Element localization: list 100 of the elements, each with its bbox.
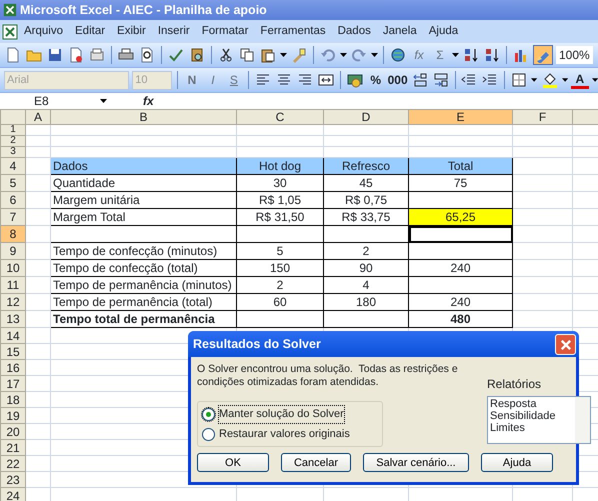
row-header[interactable]: 2 — [0, 136, 26, 146]
research-icon[interactable] — [189, 47, 205, 63]
workbook-icon[interactable] — [2, 24, 18, 40]
dialog-button[interactable]: Salvar cenário... — [363, 453, 469, 472]
table-cell: 4 — [324, 276, 408, 294]
row-header[interactable]: 17 — [0, 376, 26, 392]
row-header[interactable]: 15 — [0, 344, 26, 360]
borders-icon[interactable] — [511, 72, 528, 88]
dialog-title: Resultados do Solver — [193, 336, 321, 353]
dialog-button[interactable]: Cancelar — [281, 453, 351, 472]
row-header[interactable]: 22 — [0, 456, 26, 472]
column-header[interactable]: D — [324, 110, 408, 124]
row-header[interactable]: 5 — [0, 174, 26, 192]
table-cell: R$ 31,50 — [236, 208, 324, 226]
merge-center-icon[interactable] — [318, 72, 334, 88]
permission-icon[interactable] — [68, 47, 84, 63]
print-preview-icon[interactable] — [139, 47, 155, 63]
table-cell: 5 — [236, 242, 324, 260]
row-header[interactable]: 20 — [0, 424, 26, 440]
format-painter-icon[interactable] — [291, 47, 307, 63]
spelling-icon[interactable] — [168, 47, 184, 63]
dialog-button[interactable]: OK — [197, 453, 269, 472]
table-cell: 45 — [324, 174, 408, 192]
table-cell: 2 — [324, 242, 408, 260]
table-cell: R$ 1,05 — [236, 192, 324, 208]
chart-icon[interactable] — [513, 47, 529, 63]
row-header[interactable]: 23 — [0, 472, 26, 488]
table-cell: R$ 0,75 — [324, 192, 408, 208]
list-item[interactable]: Sensibilidade — [490, 410, 573, 422]
zoom-field[interactable]: 100% — [556, 46, 593, 64]
table-cell: 2 — [236, 276, 324, 294]
radio-button[interactable] — [202, 408, 215, 421]
sort-ascending-icon[interactable] — [463, 47, 479, 63]
row-header[interactable]: 12 — [0, 294, 26, 310]
table-cell: Tempo de permanência (total) — [50, 294, 236, 310]
row-header[interactable]: 14 — [0, 328, 26, 344]
row-header[interactable]: 7 — [0, 208, 26, 226]
menu-item[interactable]: Janela — [376, 22, 423, 40]
row-header[interactable]: 24 — [0, 488, 26, 501]
function-label: fx — [143, 93, 154, 110]
table-cell: 90 — [324, 260, 408, 276]
cut-icon[interactable] — [218, 47, 234, 63]
row-header[interactable]: 9 — [0, 242, 26, 260]
row-header[interactable]: 16 — [0, 360, 26, 376]
table-cell: 150 — [236, 260, 324, 276]
row-header[interactable]: 4 — [0, 158, 26, 174]
menu-item[interactable]: Dados — [332, 22, 377, 40]
table-cell: 30 — [236, 174, 324, 192]
save-icon[interactable] — [47, 47, 63, 63]
column-header[interactable]: A — [26, 110, 50, 124]
table-cell: 65,25 — [408, 208, 512, 226]
new-file-icon[interactable] — [5, 47, 21, 63]
table-cell: 60 — [236, 294, 324, 310]
row-header[interactable]: 11 — [0, 276, 26, 294]
table-cell: 75 — [408, 174, 512, 192]
row-header[interactable]: 6 — [0, 192, 26, 208]
reports-list[interactable]: Resposta Sensibilidade Limites — [487, 396, 591, 444]
name-box[interactable]: E8 — [0, 92, 100, 110]
row-header[interactable]: 21 — [0, 440, 26, 456]
decrease-decimal-icon[interactable] — [432, 72, 449, 88]
sort-descending-icon[interactable] — [484, 47, 500, 63]
table-cell: 180 — [324, 294, 408, 310]
option-label[interactable]: Manter solução do Solver — [219, 406, 344, 423]
menu-item[interactable]: Editar — [69, 22, 112, 40]
menu-item[interactable]: Arquivo — [18, 22, 69, 40]
list-item[interactable]: Limites — [490, 422, 573, 434]
menu-item[interactable]: Formatar — [196, 22, 254, 40]
table-cell: Margem unitária — [50, 192, 236, 208]
row-header[interactable]: 8 — [0, 226, 26, 242]
menu-item[interactable]: Inserir — [152, 22, 196, 40]
dialog-message: O Solver encontrou uma solução. Todas as restrições e condições otimizadas foram atendidas. — [197, 363, 459, 390]
close-button[interactable] — [555, 334, 576, 354]
increase-decimal-icon[interactable] — [412, 72, 428, 88]
option-label[interactable]: Restaurar valores originais — [219, 426, 350, 442]
row-header[interactable]: 3 — [0, 146, 26, 158]
row-header[interactable]: 18 — [0, 392, 26, 408]
column-header[interactable]: B — [50, 110, 236, 124]
copy-icon[interactable] — [239, 47, 255, 63]
table-cell: Refresco — [324, 158, 408, 174]
paste-icon[interactable] — [260, 47, 276, 63]
menu-item[interactable]: Exibir — [111, 22, 152, 40]
row-header[interactable]: 19 — [0, 408, 26, 424]
row-header[interactable]: 10 — [0, 260, 26, 276]
list-item[interactable]: Resposta — [490, 398, 573, 410]
reports-label: Relatórios — [487, 376, 542, 393]
radio-button[interactable] — [202, 428, 215, 440]
column-header[interactable]: C — [236, 110, 324, 124]
column-header[interactable]: F — [512, 110, 572, 124]
row-header[interactable]: 1 — [0, 124, 26, 136]
fill-color-icon[interactable] — [542, 72, 558, 88]
table-cell: Quantidade — [50, 174, 236, 192]
hyperlink-icon[interactable] — [390, 47, 406, 63]
table-cell: Hot dog — [236, 158, 324, 174]
table-cell: Margem Total — [50, 208, 236, 226]
menu-item[interactable]: Ferramentas — [254, 22, 332, 40]
currency-icon[interactable] — [346, 72, 363, 88]
row-header[interactable]: 13 — [0, 310, 26, 328]
dialog-button[interactable]: Ajuda — [481, 453, 553, 472]
menu-item[interactable]: Ajuda — [422, 22, 464, 40]
column-header[interactable]: E — [408, 110, 512, 124]
